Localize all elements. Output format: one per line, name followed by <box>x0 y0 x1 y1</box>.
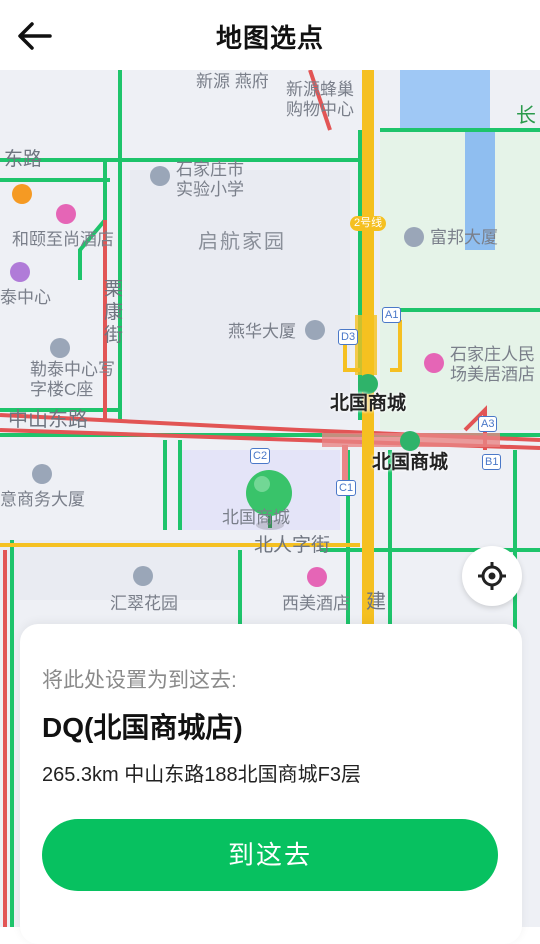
building-icon <box>305 320 325 340</box>
mall-icon <box>10 262 30 282</box>
map-label: 石家庄人民 <box>450 345 535 364</box>
map-label: 意商务大厦 <box>0 490 85 509</box>
map-label: 启航家园 <box>198 231 286 253</box>
metro-line-badge: 2号线 <box>350 216 387 231</box>
top-bar: 地图选点 <box>0 0 540 70</box>
building-icon <box>32 464 52 484</box>
hotel-icon <box>307 567 327 587</box>
map-label: 长 <box>516 105 536 127</box>
go-here-button[interactable]: 到这去 <box>42 819 498 891</box>
exit-tag: B1 <box>482 454 502 470</box>
destination-card: 将此处设置为到这去: DQ(北国商城店) 265.3km 中山东路188北国商城… <box>20 624 522 944</box>
crosshair-icon <box>478 562 506 590</box>
map-label: 新源蜂巢 <box>286 80 354 99</box>
map-label: 购物中心 <box>286 100 354 119</box>
map-label: 汇翠花园 <box>110 594 178 613</box>
place-name: DQ(北国商城店) <box>42 712 243 743</box>
map-label: 燕华大厦 <box>228 322 296 341</box>
map-label: 新源 燕府 <box>196 72 269 91</box>
map-label: 实验小学 <box>176 180 244 199</box>
hotel-icon <box>56 204 76 224</box>
exit-tag: D3 <box>338 329 359 345</box>
exit-tag: C2 <box>250 448 271 464</box>
map-label: 勒泰中心写 <box>30 360 115 379</box>
road-label: 中山东路 <box>8 409 88 431</box>
exit-tag: C1 <box>336 480 357 496</box>
building-icon <box>404 227 424 247</box>
exit-tag: A3 <box>478 416 498 432</box>
residence-icon <box>133 566 153 586</box>
map-label: 石家庄市 <box>176 160 244 179</box>
metro-station-label: 北国商城 <box>330 393 407 414</box>
map-label: 北国商城 <box>222 508 290 527</box>
road-label: 康 <box>104 302 124 323</box>
set-destination-hint: 将此处设置为到这去: <box>42 669 237 692</box>
place-address: 265.3km 中山东路188北国商城F3层 <box>42 764 361 786</box>
map-label: 富邦大厦 <box>430 228 498 247</box>
page-title: 地图选点 <box>215 23 324 53</box>
food-icon <box>12 184 32 204</box>
map-label: 场美居酒店 <box>450 365 535 384</box>
exit-tag: A1 <box>382 307 402 323</box>
building-icon <box>50 338 70 358</box>
metro-station-icon <box>358 374 378 394</box>
metro-station-icon <box>400 431 420 451</box>
metro-station-label: 北国商城 <box>372 452 449 473</box>
map-label: 和颐至尚酒店 <box>12 230 114 249</box>
map-label: 西美酒店 <box>282 594 350 613</box>
road-label: 建 <box>366 591 386 613</box>
locate-me-button[interactable] <box>462 546 522 606</box>
school-icon <box>150 166 170 186</box>
road-label: 街 <box>104 325 124 346</box>
map-label: 字楼C座 <box>30 380 94 399</box>
hotel-icon <box>424 353 444 373</box>
road-label: 北人字街 <box>254 535 331 556</box>
road-label: 东路 <box>4 149 43 170</box>
map-label: 泰中心 <box>0 288 51 307</box>
road-label: 栗 <box>104 279 124 300</box>
